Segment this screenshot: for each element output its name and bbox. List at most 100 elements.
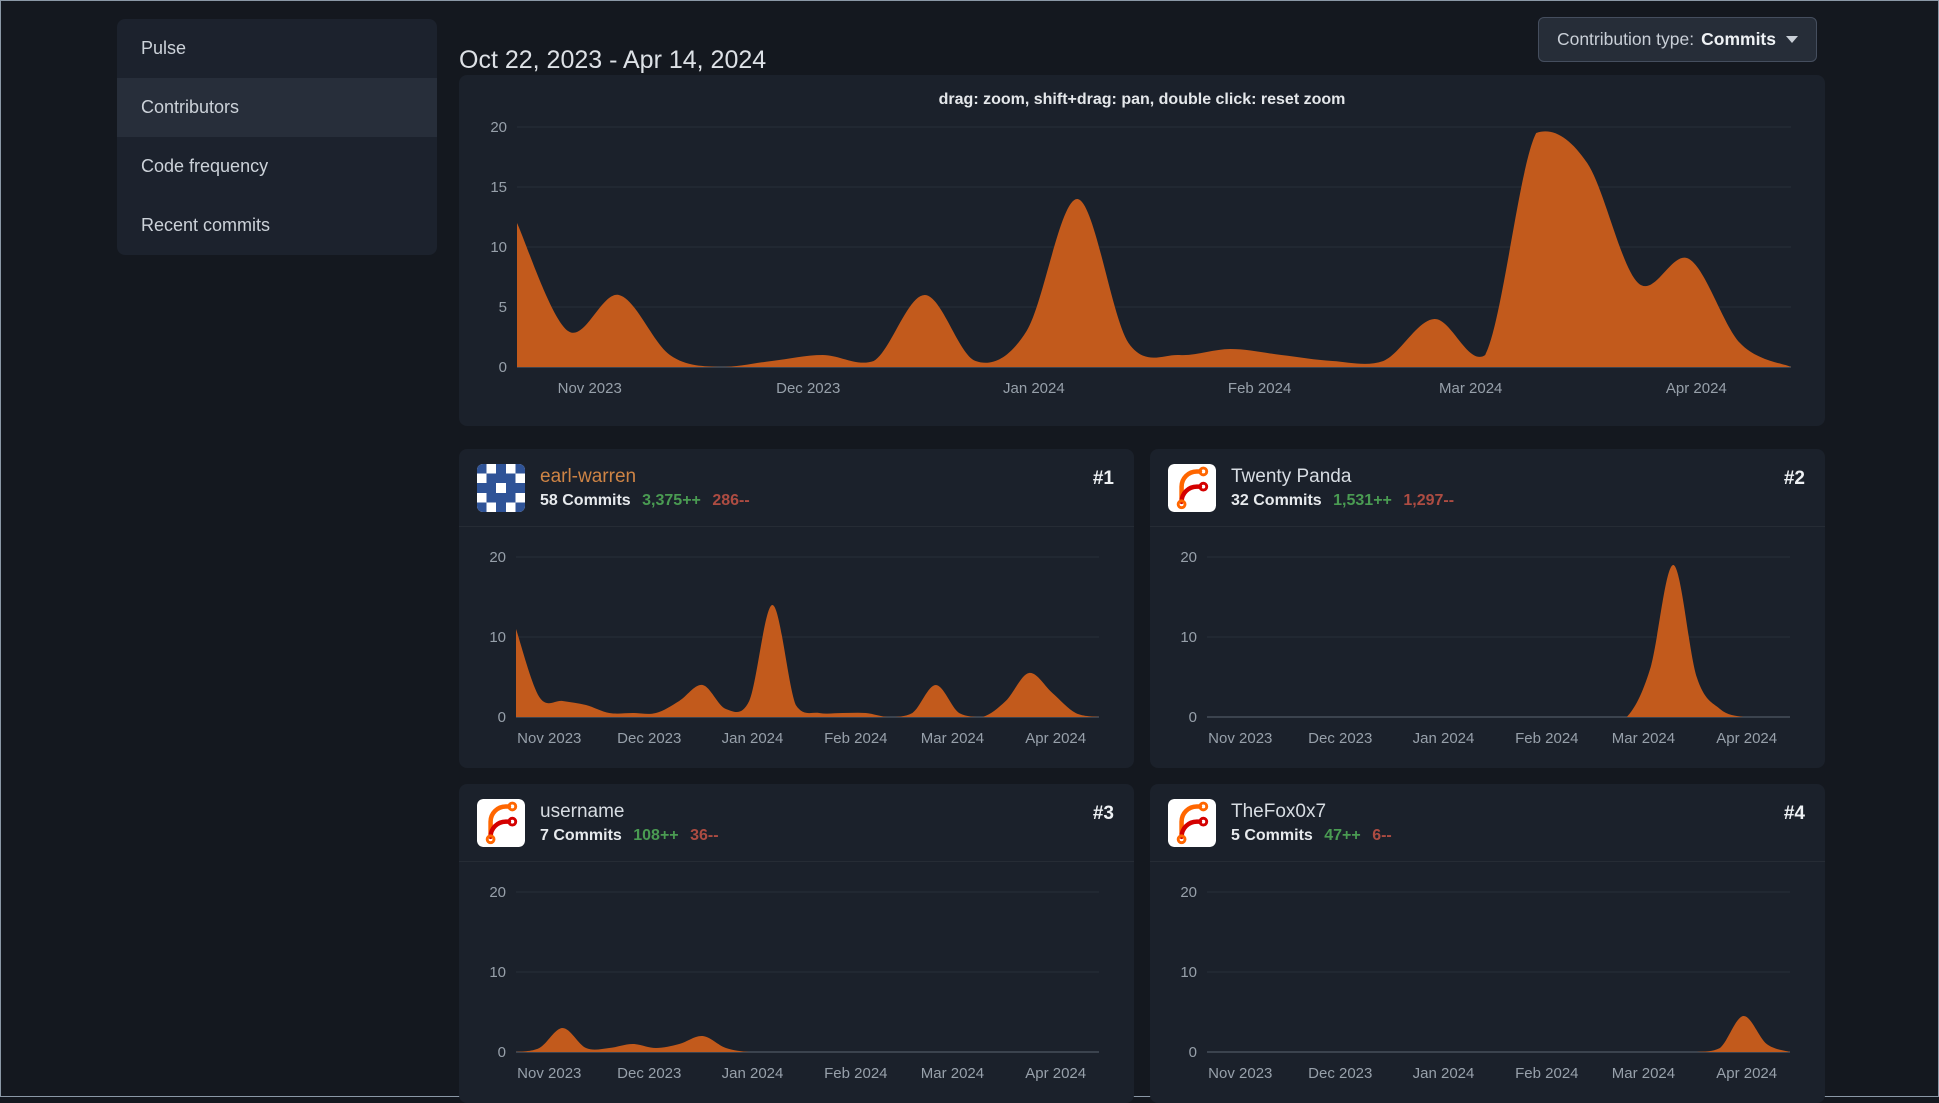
contributor-commits: 7 Commits — [540, 827, 622, 845]
svg-text:0: 0 — [498, 1044, 506, 1061]
chart-zoom-hint: drag: zoom, shift+drag: pan, double clic… — [938, 91, 1346, 108]
contributor-chart-3[interactable]: 0 10 20 Nov 2023 Dec 2023 Jan 2024 Feb 2024 Mar… — [476, 872, 1118, 1088]
svg-text:Dec 2023: Dec 2023 — [617, 730, 681, 747]
avatar[interactable] — [1168, 799, 1216, 847]
avatar[interactable] — [477, 799, 525, 847]
svg-text:Feb 2024: Feb 2024 — [824, 730, 887, 747]
svg-text:Mar 2024: Mar 2024 — [921, 1065, 984, 1082]
contributor-card-header: Twenty Panda 32 Commits 1,531++ 1,297-- … — [1150, 449, 1825, 527]
contributor-name[interactable]: username — [540, 800, 1078, 824]
svg-text:Feb 2024: Feb 2024 — [1515, 1065, 1578, 1082]
svg-text:0: 0 — [498, 709, 506, 726]
svg-text:Nov 2023: Nov 2023 — [558, 380, 622, 397]
contribution-type-value: Commits — [1701, 29, 1776, 49]
svg-text:Apr 2024: Apr 2024 — [1716, 730, 1777, 747]
sidebar-item-contributors[interactable]: Contributors — [117, 78, 437, 137]
sidebar-item-label: Recent commits — [141, 215, 271, 235]
svg-text:Nov 2023: Nov 2023 — [517, 730, 581, 747]
svg-text:20: 20 — [489, 884, 506, 901]
contributor-card-header: earl-warren 58 Commits 3,375++ 286-- #1 — [459, 449, 1134, 527]
svg-text:Jan 2024: Jan 2024 — [1413, 730, 1475, 747]
svg-text:Feb 2024: Feb 2024 — [1515, 730, 1578, 747]
svg-text:10: 10 — [490, 239, 507, 256]
contribution-type-label: Contribution type: — [1556, 29, 1695, 49]
sidebar-item-label: Code frequency — [141, 156, 269, 176]
avatar[interactable] — [477, 464, 525, 512]
avatar[interactable] — [1168, 464, 1216, 512]
contributor-commits: 32 Commits — [1231, 492, 1322, 510]
svg-text:0: 0 — [1189, 1044, 1197, 1061]
svg-text:20: 20 — [489, 549, 506, 566]
contributor-commits: 5 Commits — [1231, 827, 1313, 845]
contributor-card-header: TheFox0x7 5 Commits 47++ 6-- #4 — [1150, 784, 1825, 862]
svg-text:Mar 2024: Mar 2024 — [921, 730, 984, 747]
svg-text:15: 15 — [490, 179, 507, 196]
svg-text:5: 5 — [499, 299, 507, 316]
svg-text:Nov 2023: Nov 2023 — [1208, 730, 1272, 747]
svg-text:Feb 2024: Feb 2024 — [824, 1065, 887, 1082]
contributor-rank: #1 — [1092, 468, 1114, 489]
contributor-rank: #3 — [1092, 803, 1114, 824]
sidebar-item-label: Pulse — [141, 38, 187, 58]
svg-text:Mar 2024: Mar 2024 — [1612, 1065, 1675, 1082]
contributor-commits: 58 Commits — [540, 492, 631, 510]
svg-text:0: 0 — [1189, 709, 1197, 726]
contributor-card-header: username 7 Commits 108++ 36-- #3 — [459, 784, 1134, 862]
sidebar-item-code-frequency[interactable]: Code frequency — [117, 137, 437, 196]
contributor-card-2: Twenty Panda 32 Commits 1,531++ 1,297-- … — [1150, 449, 1825, 768]
contribution-type-dropdown[interactable]: Contribution type: Commits — [1537, 17, 1817, 62]
svg-text:Jan 2024: Jan 2024 — [722, 730, 784, 747]
sidebar-item-pulse[interactable]: Pulse — [117, 19, 437, 78]
contributor-additions: 47++ — [1324, 827, 1361, 845]
svg-text:Nov 2023: Nov 2023 — [1208, 1065, 1272, 1082]
svg-text:Feb 2024: Feb 2024 — [1228, 380, 1291, 397]
svg-text:20: 20 — [1180, 549, 1197, 566]
contributor-name[interactable]: TheFox0x7 — [1231, 800, 1769, 824]
contributor-chart-4[interactable]: 0 10 20 Nov 2023 Dec 2023 Jan 2024 Feb 2024 Mar… — [1167, 872, 1809, 1088]
svg-text:Mar 2024: Mar 2024 — [1612, 730, 1675, 747]
contributor-additions: 3,375++ — [642, 492, 701, 510]
svg-text:20: 20 — [1180, 884, 1197, 901]
contributor-deletions: 286-- — [712, 492, 750, 510]
svg-text:Dec 2023: Dec 2023 — [617, 1065, 681, 1082]
contributions-chart[interactable]: 0 5 10 15 20 Nov 2023 Dec 2023 Jan 2024 Feb 2024… — [471, 111, 1813, 411]
svg-text:20: 20 — [490, 119, 507, 136]
svg-text:Dec 2023: Dec 2023 — [776, 380, 840, 397]
svg-text:Nov 2023: Nov 2023 — [517, 1065, 581, 1082]
contributor-deletions: 1,297-- — [1403, 492, 1455, 510]
svg-text:10: 10 — [1180, 964, 1197, 981]
svg-text:10: 10 — [489, 629, 506, 646]
contributor-rank: #4 — [1783, 803, 1805, 824]
svg-text:Apr 2024: Apr 2024 — [1025, 730, 1086, 747]
contributor-cards-grid: earl-warren 58 Commits 3,375++ 286-- #1 … — [459, 449, 1825, 1103]
chevron-down-icon — [1786, 36, 1798, 43]
svg-text:0: 0 — [499, 359, 507, 376]
svg-text:Apr 2024: Apr 2024 — [1025, 1065, 1086, 1082]
main-chart-panel: drag: zoom, shift+drag: pan, double clic… — [459, 75, 1825, 426]
svg-text:Jan 2024: Jan 2024 — [1413, 1065, 1475, 1082]
contributor-card-1: earl-warren 58 Commits 3,375++ 286-- #1 … — [459, 449, 1134, 768]
contributor-additions: 108++ — [633, 827, 679, 845]
svg-text:Jan 2024: Jan 2024 — [1003, 380, 1065, 397]
sidebar-item-recent-commits[interactable]: Recent commits — [117, 196, 437, 255]
contributor-chart-1[interactable]: 0 10 20 Nov 2023 Dec 2023 Jan 2024 Feb 2024 Mar… — [476, 537, 1118, 753]
contributor-name[interactable]: earl-warren — [540, 465, 1078, 489]
repo-activity-sidebar: Pulse Contributors Code frequency Recent… — [117, 19, 437, 255]
contributor-rank: #2 — [1783, 468, 1805, 489]
contributor-card-4: TheFox0x7 5 Commits 47++ 6-- #4 0 10 20 Nov… — [1150, 784, 1825, 1103]
contributor-chart-2[interactable]: 0 10 20 Nov 2023 Dec 2023 Jan 2024 Feb 2024 Mar… — [1167, 537, 1809, 753]
contributor-name[interactable]: Twenty Panda — [1231, 465, 1769, 489]
contributor-deletions: 36-- — [690, 827, 719, 845]
svg-text:Mar 2024: Mar 2024 — [1439, 380, 1502, 397]
sidebar-item-label: Contributors — [141, 97, 240, 117]
page-title: Oct 22, 2023 - Apr 14, 2024 — [459, 45, 767, 74]
contributor-additions: 1,531++ — [1333, 492, 1392, 510]
contributor-deletions: 6-- — [1372, 827, 1392, 845]
svg-text:Dec 2023: Dec 2023 — [1308, 1065, 1372, 1082]
svg-text:10: 10 — [1180, 629, 1197, 646]
contributor-card-3: username 7 Commits 108++ 36-- #3 0 10 20 No… — [459, 784, 1134, 1103]
svg-text:10: 10 — [489, 964, 506, 981]
svg-text:Apr 2024: Apr 2024 — [1666, 380, 1727, 397]
svg-text:Jan 2024: Jan 2024 — [722, 1065, 784, 1082]
svg-text:Dec 2023: Dec 2023 — [1308, 730, 1372, 747]
